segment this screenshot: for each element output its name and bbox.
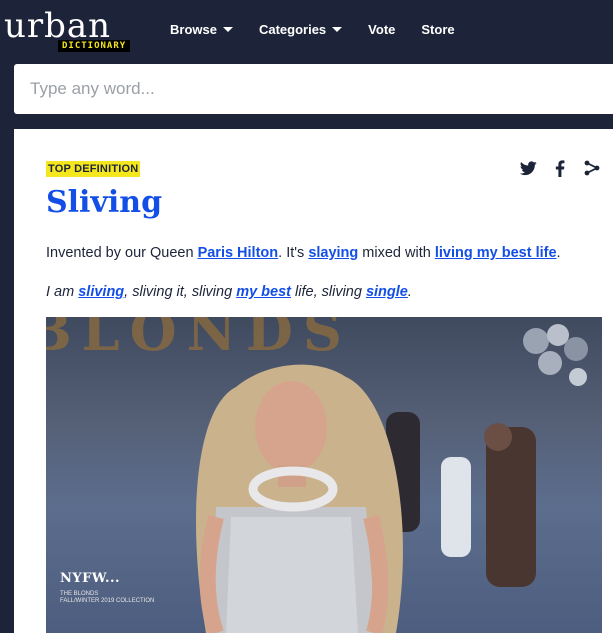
- link-sliving[interactable]: sliving: [78, 284, 124, 300]
- search-bar: [14, 64, 613, 114]
- meaning-text: .: [556, 245, 561, 261]
- nav-store[interactable]: Store: [421, 22, 454, 37]
- facebook-icon[interactable]: [551, 159, 569, 177]
- gif-caption-line1: THE BLONDS: [60, 591, 99, 597]
- definition-gif[interactable]: BLONDS NYFW... THE BLONDS FALL/WINTER 20…: [46, 317, 602, 633]
- site-header: urban DICTIONARY Browse Categories Vote …: [0, 0, 613, 64]
- top-definition-badge: TOP DEFINITION: [46, 161, 141, 177]
- meaning-text: Invented by our Queen: [46, 245, 198, 261]
- gif-watermark: NYFW...: [60, 571, 121, 586]
- definition-example: I am sliving, sliving it, sliving my bes…: [46, 281, 606, 303]
- example-text: I am: [46, 284, 79, 300]
- example-text: , sliving it, sliving: [124, 284, 237, 300]
- nav-vote-label: Vote: [368, 22, 396, 37]
- meaning-text: . It's: [278, 245, 309, 261]
- nav-browse[interactable]: Browse: [170, 22, 233, 37]
- nav-vote[interactable]: Vote: [368, 22, 395, 37]
- nav-categories-label: Categories: [258, 22, 327, 37]
- meaning-text: mixed with: [358, 245, 435, 261]
- definition-card: TOP DEFINITION Sliving Invented by our Q…: [14, 129, 613, 633]
- share-buttons: [519, 159, 601, 177]
- main-nav: Browse Categories Vote Store: [170, 22, 481, 37]
- caret-down-icon: [332, 27, 343, 32]
- definition-word[interactable]: Sliving: [46, 185, 162, 220]
- link-single[interactable]: single: [366, 284, 408, 300]
- link-slaying[interactable]: slaying: [308, 245, 358, 261]
- search-input[interactable]: [14, 64, 613, 114]
- nav-categories[interactable]: Categories: [258, 22, 343, 37]
- twitter-icon[interactable]: [519, 159, 537, 177]
- share-icon[interactable]: [583, 159, 601, 177]
- nav-browse-label: Browse: [170, 22, 217, 37]
- definition-meaning: Invented by our Queen Paris Hilton. It's…: [46, 242, 606, 264]
- logo-tag: DICTIONARY: [58, 40, 131, 52]
- runway-scene: [196, 364, 536, 633]
- link-my-best[interactable]: my best: [236, 284, 291, 300]
- nav-store-label: Store: [421, 22, 455, 37]
- example-text: life, sliving: [291, 284, 366, 300]
- gif-caption: THE BLONDS FALL/WINTER 2019 COLLECTION: [60, 591, 154, 605]
- gif-caption-line2: FALL/WINTER 2019 COLLECTION: [60, 598, 155, 604]
- link-living-my-best-life[interactable]: living my best life: [435, 245, 557, 261]
- example-text: .: [407, 284, 412, 300]
- link-paris-hilton[interactable]: Paris Hilton: [198, 245, 279, 261]
- urban-dictionary-logo[interactable]: urban DICTIONARY: [4, 6, 156, 56]
- caret-down-icon: [222, 27, 233, 32]
